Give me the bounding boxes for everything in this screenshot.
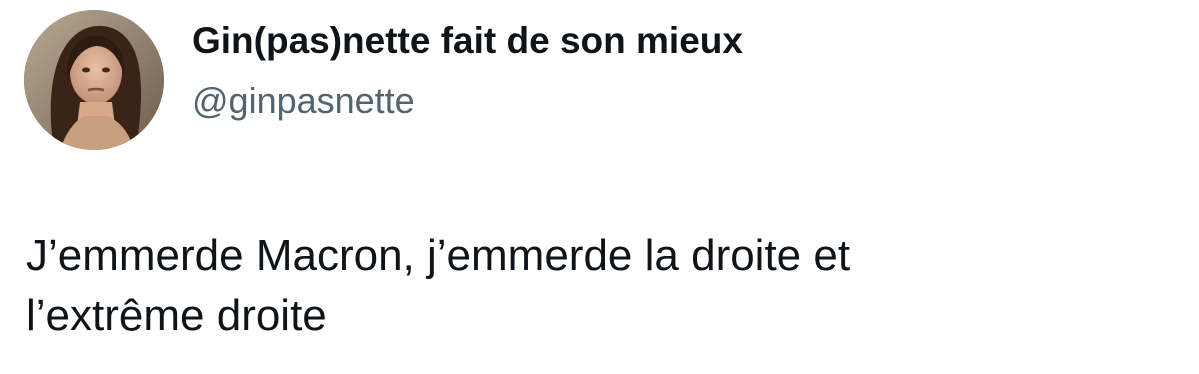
- tweet-text: J’emmerde Macron, j’emmerde la droite et…: [26, 231, 851, 340]
- tweet-card: Gin(pas)nette fait de son mieux @ginpasn…: [0, 0, 1199, 374]
- display-name[interactable]: Gin(pas)nette fait de son mieux: [192, 20, 743, 62]
- avatar[interactable]: [24, 10, 164, 150]
- user-handle[interactable]: @ginpasnette: [192, 80, 415, 122]
- profile-photo-icon: [24, 10, 164, 150]
